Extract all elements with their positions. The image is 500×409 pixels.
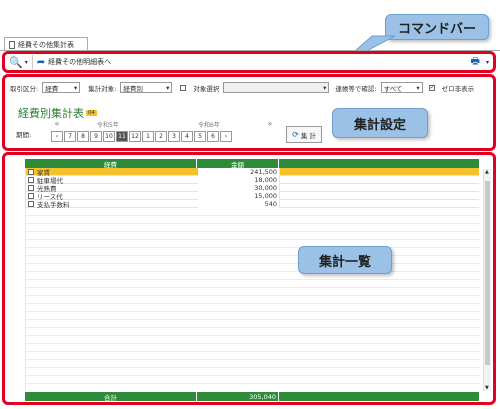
period-label: 期間: [16,131,32,139]
refresh-icon: ⟳ [292,130,299,139]
row-checkbox[interactable] [28,200,34,207]
month-1[interactable]: 1 [142,131,154,142]
callout-command-bar: コマンドバー [385,14,489,40]
row-amount: 15,000 [198,191,280,200]
tab-report[interactable]: 経費その他集計表 [4,37,88,51]
year-left-label: 令和5年 [97,122,119,129]
month-6[interactable]: 6 [207,131,219,142]
total-value: 305,040 [197,392,279,401]
select-aggregate-target[interactable]: 経費別 ▾ [120,82,173,93]
prev-year-button[interactable]: « [51,118,63,129]
aggregate-list: 経費 金額 家賃 241,500 駐車場代 18,000 光熱費 30,000 リース代 15… [2,152,496,405]
month-5[interactable]: 5 [194,131,206,142]
row-name: 支払手数料 [37,200,70,209]
period-years: « 令和5年 令和6年 » [51,118,278,129]
row-name-cell: 支払手数料 [26,199,198,209]
callout-list: 集計一覧 [298,246,392,274]
report-badge: 04 [86,110,97,116]
chevron-down-icon[interactable]: ▾ [25,59,28,66]
row-amount: 30,000 [198,183,280,192]
month-2[interactable]: 2 [155,131,167,142]
total-blank [279,392,479,401]
table-row[interactable]: 支払手数料 540 [26,199,479,209]
select-target-disabled: ▾ [223,82,330,93]
select-confirm[interactable]: すべて ▾ [380,82,423,93]
calculate-button[interactable]: ⟳ 集 計 [286,126,322,143]
year-right-label: 令和6年 [198,122,220,129]
chevron-down-icon[interactable]: ▾ [486,59,489,66]
month-11[interactable]: 11 [116,131,128,142]
vertical-scrollbar[interactable]: ▲ ▼ [483,169,491,391]
label-target-select: 対象選択 [193,84,220,93]
scrollbar-thumb[interactable] [485,181,490,365]
command-separator [31,55,33,69]
month-4[interactable]: 4 [181,131,193,142]
month-12[interactable]: 12 [129,131,141,142]
label-zero-hide: ゼロ非表示 [441,84,475,93]
col-header-blank [279,159,479,168]
print-icon[interactable]: 🖶 [471,54,480,71]
table-body: 家賃 241,500 駐車場代 18,000 光熱費 30,000 リース代 15,000 支払… [25,167,479,390]
select-transaction-type[interactable]: 経費 ▾ [42,82,81,93]
next-year-button[interactable]: » [264,118,276,129]
label-aggregate-target: 集計対象: [88,84,117,93]
month-7[interactable]: 7 [64,131,76,142]
month-selector: ‹ 7 8 9 10 11 12 1 2 3 4 5 6 › [51,131,232,142]
month-8[interactable]: 8 [77,131,89,142]
row-amount: 241,500 [198,167,280,176]
nav-detail-link[interactable]: 経費その他明細表へ [48,57,111,67]
checkbox-target-select[interactable] [180,84,187,91]
month-9[interactable]: 9 [90,131,102,142]
arrow-forward-icon[interactable]: ➦ [37,57,45,68]
callout-settings: 集計設定 [332,108,428,138]
next-month-button[interactable]: › [220,131,232,142]
label-confirm: 連帳等で確認: [335,84,377,93]
document-icon [9,40,15,49]
command-bar: 🔍 ▾ ➦ 経費その他明細表へ 🖶 ▾ [2,51,496,73]
checkbox-zero-hide[interactable]: ✓ [428,83,435,91]
table-total-row: 合計 305,040 [25,392,493,402]
label-transaction-type: 取引区分: [10,84,39,93]
filter-bar: 取引区分: 経費 ▾ 集計対象: 経費別 ▾ 対象選択 ▾ 連帳等で確認: すべて ▾… [10,82,474,93]
total-label: 合計 [25,392,197,402]
month-3[interactable]: 3 [168,131,180,142]
prev-month-button[interactable]: ‹ [51,131,63,142]
month-10[interactable]: 10 [103,131,115,142]
search-icon[interactable]: 🔍 [9,56,23,69]
row-amount: 540 [198,199,280,208]
row-amount: 18,000 [198,175,280,184]
